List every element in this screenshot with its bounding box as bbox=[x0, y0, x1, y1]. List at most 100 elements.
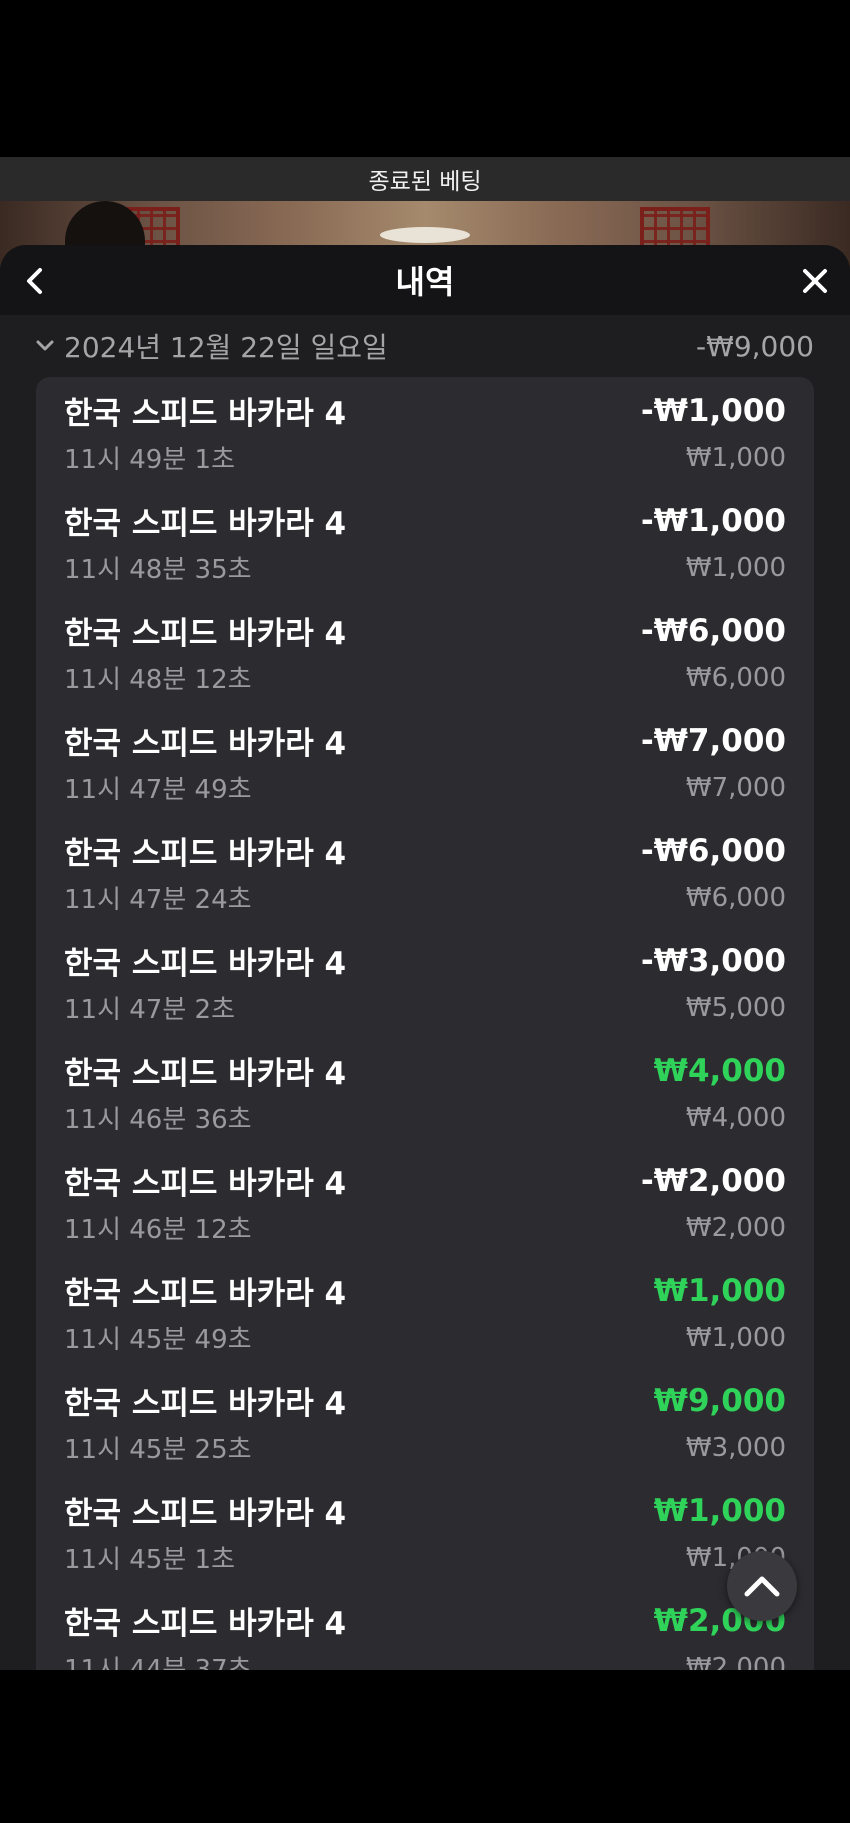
bet-row[interactable]: 한국 스피드 바카라 4 -₩1,000 11시 49분 1초 ₩1,000 bbox=[36, 377, 814, 487]
bet-row[interactable]: 한국 스피드 바카라 4 ₩1,000 11시 45분 49초 ₩1,000 bbox=[36, 1257, 814, 1367]
bet-row-top-line: 한국 스피드 바카라 4 -₩3,000 bbox=[64, 938, 786, 983]
bet-game-name: 한국 스피드 바카라 4 bbox=[64, 1276, 347, 1312]
bet-row-bottom-line: 11시 49분 1초 ₩1,000 bbox=[64, 433, 786, 476]
bet-row-bottom-line: 11시 47분 49초 ₩7,000 bbox=[64, 763, 786, 806]
bet-game-name: 한국 스피드 바카라 4 bbox=[64, 1386, 347, 1422]
bet-row[interactable]: 한국 스피드 바카라 4 ₩2,000 11시 44분 37초 ₩2,000 bbox=[36, 1587, 814, 1671]
bet-row-bottom-line: 11시 47분 2초 ₩5,000 bbox=[64, 983, 786, 1026]
bottom-area bbox=[0, 1670, 850, 1823]
bet-stake: ₩2,000 bbox=[685, 1652, 786, 1671]
bet-row-top-line: 한국 스피드 바카라 4 ₩1,000 bbox=[64, 1488, 786, 1533]
bet-row-bottom-line: 11시 44분 37초 ₩2,000 bbox=[64, 1643, 786, 1671]
bet-row[interactable]: 한국 스피드 바카라 4 ₩1,000 11시 45분 1초 ₩1,000 bbox=[36, 1477, 814, 1587]
lamp-shape bbox=[380, 227, 470, 243]
date-group-header[interactable]: 2024년 12월 22일 일요일 -₩9,000 bbox=[0, 315, 850, 377]
bet-game-name: 한국 스피드 바카라 4 bbox=[64, 726, 347, 762]
chevron-up-icon bbox=[744, 1576, 780, 1597]
bet-stake: ₩1,000 bbox=[685, 442, 786, 473]
bet-result-amount: -₩7,000 bbox=[640, 722, 786, 759]
bet-row-bottom-line: 11시 45분 25초 ₩3,000 bbox=[64, 1423, 786, 1466]
close-button[interactable] bbox=[793, 259, 837, 303]
bet-stake: ₩1,000 bbox=[685, 552, 786, 583]
bet-row-top-line: 한국 스피드 바카라 4 -₩6,000 bbox=[64, 828, 786, 873]
bet-stake: ₩4,000 bbox=[685, 1102, 786, 1133]
bet-result-amount: -₩3,000 bbox=[640, 942, 786, 979]
bet-row-top-line: 한국 스피드 바카라 4 ₩4,000 bbox=[64, 1048, 786, 1093]
bet-stake: ₩6,000 bbox=[685, 882, 786, 913]
bet-time: 11시 47분 24초 bbox=[64, 885, 252, 915]
panel-header: 내역 bbox=[0, 245, 850, 315]
bet-history-list: 한국 스피드 바카라 4 -₩1,000 11시 49분 1초 ₩1,000 한국 스피… bbox=[36, 377, 814, 1670]
bet-row-top-line: 한국 스피드 바카라 4 ₩2,000 bbox=[64, 1598, 786, 1643]
back-button[interactable] bbox=[13, 259, 57, 303]
bet-game-name: 한국 스피드 바카라 4 bbox=[64, 616, 347, 652]
bet-row-bottom-line: 11시 46분 12초 ₩2,000 bbox=[64, 1203, 786, 1246]
bet-game-name: 한국 스피드 바카라 4 bbox=[64, 506, 347, 542]
bet-time: 11시 47분 2초 bbox=[64, 995, 235, 1025]
bet-row-top-line: 한국 스피드 바카라 4 -₩6,000 bbox=[64, 608, 786, 653]
scroll-to-top-button[interactable] bbox=[727, 1551, 797, 1621]
topbar-title: 종료된 베팅 bbox=[368, 169, 482, 195]
bet-row[interactable]: 한국 스피드 바카라 4 -₩3,000 11시 47분 2초 ₩5,000 bbox=[36, 927, 814, 1037]
bet-game-name: 한국 스피드 바카라 4 bbox=[64, 1496, 347, 1532]
bet-row-bottom-line: 11시 45분 49초 ₩1,000 bbox=[64, 1313, 786, 1356]
topbar: 종료된 베팅 bbox=[0, 157, 850, 201]
bet-result-amount: ₩4,000 bbox=[653, 1052, 786, 1089]
bet-game-name: 한국 스피드 바카라 4 bbox=[64, 1606, 347, 1642]
bet-stake: ₩3,000 bbox=[685, 1432, 786, 1463]
bet-row[interactable]: 한국 스피드 바카라 4 -₩7,000 11시 47분 49초 ₩7,000 bbox=[36, 707, 814, 817]
bet-row[interactable]: 한국 스피드 바카라 4 ₩4,000 11시 46분 36초 ₩4,000 bbox=[36, 1037, 814, 1147]
bet-stake: ₩6,000 bbox=[685, 662, 786, 693]
bet-time: 11시 48분 12초 bbox=[64, 665, 252, 695]
bet-row-bottom-line: 11시 45분 1초 ₩1,000 bbox=[64, 1533, 786, 1576]
bet-stake: ₩1,000 bbox=[685, 1322, 786, 1353]
bet-result-amount: ₩1,000 bbox=[653, 1272, 786, 1309]
bet-row[interactable]: 한국 스피드 바카라 4 -₩1,000 11시 48분 35초 ₩1,000 bbox=[36, 487, 814, 597]
bet-row-bottom-line: 11시 47분 24초 ₩6,000 bbox=[64, 873, 786, 916]
bet-row[interactable]: 한국 스피드 바카라 4 ₩9,000 11시 45분 25초 ₩3,000 bbox=[36, 1367, 814, 1477]
bet-row[interactable]: 한국 스피드 바카라 4 -₩2,000 11시 46분 12초 ₩2,000 bbox=[36, 1147, 814, 1257]
bet-time: 11시 47분 49초 bbox=[64, 775, 252, 805]
bet-time: 11시 45분 25초 bbox=[64, 1435, 252, 1465]
bet-time: 11시 45분 49초 bbox=[64, 1325, 252, 1355]
chevron-down-icon bbox=[36, 340, 54, 351]
bet-row-bottom-line: 11시 46분 36초 ₩4,000 bbox=[64, 1093, 786, 1136]
bet-game-name: 한국 스피드 바카라 4 bbox=[64, 396, 347, 432]
bet-row-bottom-line: 11시 48분 12초 ₩6,000 bbox=[64, 653, 786, 696]
bet-time: 11시 46분 36초 bbox=[64, 1105, 252, 1135]
app-root: 종료된 베팅 내역 2024년 12월 22일 일요일 -₩9,000 한국 스… bbox=[0, 0, 850, 1823]
history-panel: 내역 2024년 12월 22일 일요일 -₩9,000 한국 스피드 바카라 … bbox=[0, 245, 850, 1670]
bet-time: 11시 46분 12초 bbox=[64, 1215, 252, 1245]
close-icon bbox=[803, 269, 827, 293]
bet-row[interactable]: 한국 스피드 바카라 4 -₩6,000 11시 47분 24초 ₩6,000 bbox=[36, 817, 814, 927]
bet-result-amount: ₩1,000 bbox=[653, 1492, 786, 1529]
bet-stake: ₩5,000 bbox=[685, 992, 786, 1023]
bet-game-name: 한국 스피드 바카라 4 bbox=[64, 946, 347, 982]
bet-row[interactable]: 한국 스피드 바카라 4 -₩6,000 11시 48분 12초 ₩6,000 bbox=[36, 597, 814, 707]
panel-title: 내역 bbox=[395, 263, 455, 301]
bet-result-amount: -₩1,000 bbox=[640, 392, 786, 429]
bet-result-amount: -₩6,000 bbox=[640, 612, 786, 649]
bet-result-amount: ₩9,000 bbox=[653, 1382, 786, 1419]
bet-result-amount: -₩2,000 bbox=[640, 1162, 786, 1199]
date-label: 2024년 12월 22일 일요일 bbox=[64, 331, 388, 364]
date-group-left: 2024년 12월 22일 일요일 bbox=[36, 326, 388, 366]
bet-game-name: 한국 스피드 바카라 4 bbox=[64, 836, 347, 872]
bet-game-name: 한국 스피드 바카라 4 bbox=[64, 1056, 347, 1092]
bet-row-top-line: 한국 스피드 바카라 4 ₩9,000 bbox=[64, 1378, 786, 1423]
bet-result-amount: -₩6,000 bbox=[640, 832, 786, 869]
chevron-left-icon bbox=[27, 268, 42, 294]
bet-time: 11시 45분 1초 bbox=[64, 1545, 235, 1575]
bet-game-name: 한국 스피드 바카라 4 bbox=[64, 1166, 347, 1202]
bet-time: 11시 44분 37초 bbox=[64, 1655, 252, 1670]
bet-result-amount: -₩1,000 bbox=[640, 502, 786, 539]
bet-row-top-line: 한국 스피드 바카라 4 -₩2,000 bbox=[64, 1158, 786, 1203]
bet-row-bottom-line: 11시 48분 35초 ₩1,000 bbox=[64, 543, 786, 586]
bet-row-top-line: 한국 스피드 바카라 4 -₩1,000 bbox=[64, 498, 786, 543]
bet-stake: ₩2,000 bbox=[685, 1212, 786, 1243]
bet-time: 11시 49분 1초 bbox=[64, 445, 235, 475]
bet-row-top-line: 한국 스피드 바카라 4 ₩1,000 bbox=[64, 1268, 786, 1313]
date-total: -₩9,000 bbox=[696, 329, 814, 363]
bet-row-top-line: 한국 스피드 바카라 4 -₩1,000 bbox=[64, 388, 786, 433]
bet-time: 11시 48분 35초 bbox=[64, 555, 252, 585]
